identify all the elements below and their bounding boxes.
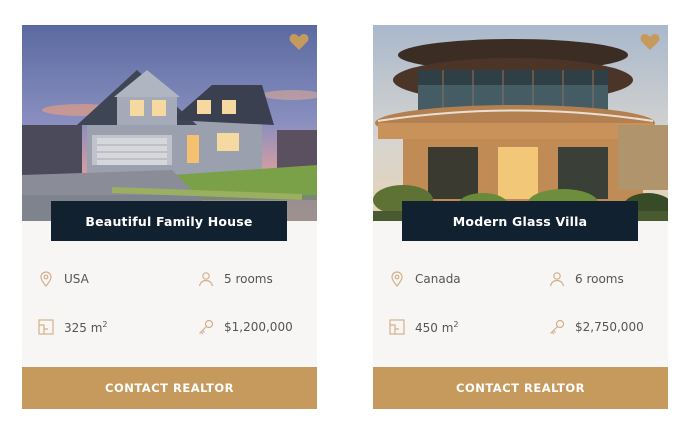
listing-title[interactable]: Beautiful Family House [51, 201, 287, 241]
listing-card: Modern Glass Villa Canada 6 rooms 450 m2… [373, 25, 668, 409]
location-text: Canada [415, 272, 461, 286]
location-info: Canada [389, 271, 461, 287]
user-icon [549, 271, 565, 287]
map-pin-icon [38, 271, 54, 287]
area-info: 450 m2 [389, 319, 459, 335]
listing-card: Beautiful Family House USA 5 rooms 325 m… [22, 25, 317, 409]
price-text: $1,200,000 [224, 320, 293, 334]
location-text: USA [64, 272, 89, 286]
listing-title[interactable]: Modern Glass Villa [402, 201, 638, 241]
key-icon [549, 319, 565, 335]
rooms-info: 5 rooms [198, 271, 273, 287]
area-info: 325 m2 [38, 319, 108, 335]
price-info: $1,200,000 [198, 319, 293, 335]
rooms-text: 5 rooms [224, 272, 273, 286]
price-text: $2,750,000 [575, 320, 644, 334]
rooms-info: 6 rooms [549, 271, 624, 287]
favorite-heart-icon[interactable] [289, 33, 309, 51]
location-info: USA [38, 271, 89, 287]
floor-plan-icon [389, 319, 405, 335]
map-pin-icon [389, 271, 405, 287]
key-icon [198, 319, 214, 335]
contact-realtor-button[interactable]: CONTACT REALTOR [22, 367, 317, 409]
favorite-heart-icon[interactable] [640, 33, 660, 51]
villa-photo[interactable] [373, 25, 668, 221]
price-info: $2,750,000 [549, 319, 644, 335]
house-photo[interactable] [22, 25, 317, 221]
rooms-text: 6 rooms [575, 272, 624, 286]
area-text: 325 m2 [64, 319, 108, 335]
contact-realtor-button[interactable]: CONTACT REALTOR [373, 367, 668, 409]
floor-plan-icon [38, 319, 54, 335]
area-text: 450 m2 [415, 319, 459, 335]
user-icon [198, 271, 214, 287]
